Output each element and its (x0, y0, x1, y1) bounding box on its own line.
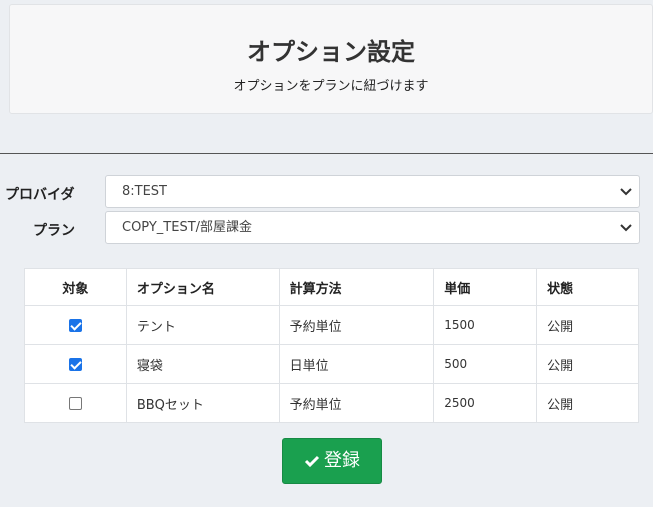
unit-price: 1500 (433, 305, 538, 345)
page-title: オプション設定 (247, 38, 415, 66)
calc-method: 日単位 (278, 344, 435, 384)
provider-select-value: 8:TEST (122, 184, 167, 199)
row-checkbox-cell (24, 344, 127, 384)
table-row: テント 予約単位 1500 公開 (24, 305, 639, 345)
calc-method: 予約単位 (278, 383, 435, 423)
unit-price: 500 (433, 344, 538, 384)
chevron-down-icon (620, 188, 632, 196)
table-row: BBQセット 予約単位 2500 公開 (24, 383, 639, 423)
column-header-unit-price: 単価 (433, 268, 538, 306)
option-name: BBQセット (125, 383, 280, 423)
row-checkbox-cell (24, 305, 127, 345)
table-header-row: 対象 オプション名 計算方法 単価 状態 (24, 268, 639, 306)
options-table: 対象 オプション名 計算方法 単価 状態 テント 予約単位 1500 公開 寝袋… (24, 268, 639, 423)
chevron-down-icon (620, 224, 632, 232)
page-subtitle: オプションをプランに紐づけます (233, 79, 429, 94)
register-button-label: 登録 (324, 450, 360, 471)
row-checkbox-cell (24, 383, 127, 423)
check-icon (304, 455, 320, 468)
plan-select[interactable]: COPY_TEST/部屋課金 (105, 211, 640, 244)
unit-price: 2500 (433, 383, 538, 423)
column-header-status: 状態 (536, 268, 639, 306)
provider-label: プロバイダ (5, 187, 75, 203)
option-name: テント (125, 305, 280, 345)
column-header-calc-method: 計算方法 (278, 268, 435, 306)
option-name: 寝袋 (125, 344, 280, 384)
register-button[interactable]: 登録 (282, 438, 382, 484)
calc-method: 予約単位 (278, 305, 435, 345)
row-checkbox[interactable] (68, 318, 82, 332)
page-header: オプション設定 オプションをプランに紐づけます (9, 4, 653, 114)
row-checkbox[interactable] (68, 357, 82, 371)
provider-select[interactable]: 8:TEST (105, 175, 640, 208)
plan-label: プラン (33, 223, 75, 239)
row-checkbox[interactable] (68, 396, 82, 410)
table-row: 寝袋 日単位 500 公開 (24, 344, 639, 384)
divider (0, 153, 653, 154)
status: 公開 (536, 305, 639, 345)
column-header-target: 対象 (24, 268, 127, 306)
column-header-option-name: オプション名 (125, 268, 280, 306)
plan-select-value: COPY_TEST/部屋課金 (122, 220, 253, 235)
status: 公開 (536, 344, 639, 384)
status: 公開 (536, 383, 639, 423)
